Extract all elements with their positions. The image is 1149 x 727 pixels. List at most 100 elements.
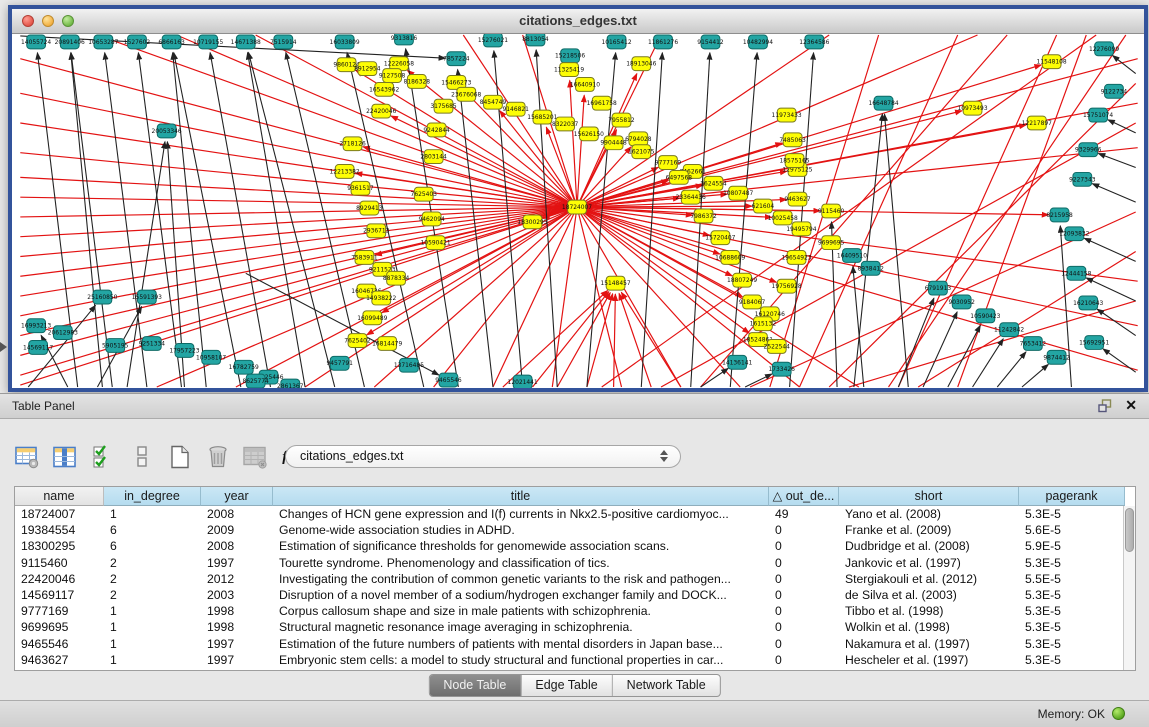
table-mode-icon[interactable] bbox=[14, 444, 41, 470]
graph-edge-black[interactable] bbox=[923, 312, 957, 387]
column-header-pagerank[interactable]: pagerank bbox=[1019, 487, 1125, 506]
graph-node[interactable]: 7583911 bbox=[351, 251, 378, 265]
graph-node[interactable]: 7955812 bbox=[608, 113, 635, 127]
graph-edge-red[interactable] bbox=[557, 293, 610, 387]
table-cell[interactable]: 1997 bbox=[201, 555, 273, 571]
table-row[interactable]: 946554611997Estimation of the future num… bbox=[15, 636, 1135, 652]
graph-node[interactable]: 10973493 bbox=[957, 101, 987, 115]
graph-node[interactable]: 7625402 bbox=[344, 334, 371, 348]
table-cell[interactable]: 14569117 bbox=[15, 587, 104, 603]
graph-node[interactable]: 9361517 bbox=[347, 181, 374, 195]
float-panel-icon[interactable] bbox=[1098, 399, 1113, 413]
graph-edge-black[interactable] bbox=[745, 374, 772, 387]
table-cell[interactable]: Stergiakouli et al. (2012) bbox=[839, 571, 1019, 587]
table-cell[interactable]: 0 bbox=[769, 603, 839, 619]
table-cell[interactable]: Yano et al. (2008) bbox=[839, 506, 1019, 522]
graph-node[interactable]: 16648784 bbox=[868, 96, 898, 110]
graph-edge-black[interactable] bbox=[105, 53, 147, 387]
tab-edge-table[interactable]: Edge Table bbox=[521, 675, 612, 696]
graph-node[interactable]: 12276099 bbox=[1089, 42, 1119, 56]
graph-node[interactable]: 9313816 bbox=[391, 34, 418, 45]
table-cell[interactable]: 9463627 bbox=[15, 652, 104, 668]
graph-node[interactable]: 15148457 bbox=[600, 276, 630, 290]
table-cell[interactable]: 5.3E-5 bbox=[1019, 636, 1125, 652]
graph-node[interactable]: 7986372 bbox=[690, 209, 717, 223]
graph-node[interactable]: 16640910 bbox=[570, 78, 600, 92]
tab-node-table[interactable]: Node Table bbox=[429, 675, 521, 696]
table-cell[interactable]: 5.5E-5 bbox=[1019, 571, 1125, 587]
table-cell[interactable]: 2009 bbox=[201, 522, 273, 538]
graph-node[interactable]: 10590423 bbox=[970, 309, 1000, 323]
table-cell[interactable]: Franke et al. (2009) bbox=[839, 522, 1019, 538]
graph-edge-red[interactable] bbox=[621, 292, 680, 387]
graph-node[interactable]: 10165412 bbox=[601, 35, 631, 49]
graph-node[interactable]: 9227343 bbox=[1069, 172, 1096, 186]
graph-edge-red[interactable] bbox=[577, 95, 584, 207]
graph-node[interactable]: 5905195 bbox=[102, 339, 129, 353]
table-cell[interactable]: Genome-wide association studies in ADHD. bbox=[273, 522, 769, 538]
table-cell[interactable]: Estimation of the future numbers of pati… bbox=[273, 636, 769, 652]
tab-network-table[interactable]: Network Table bbox=[613, 675, 720, 696]
network-canvas[interactable]: 1405572420891406106532871527602686616310… bbox=[12, 34, 1144, 388]
table-cell[interactable]: Estimation of significance thresholds fo… bbox=[273, 538, 769, 554]
close-panel-icon[interactable]: ✕ bbox=[1125, 397, 1137, 414]
table-cell[interactable]: 2012 bbox=[201, 571, 273, 587]
table-cell[interactable]: 18300295 bbox=[15, 538, 104, 554]
table-cell[interactable]: 6 bbox=[104, 538, 201, 554]
table-cell[interactable]: 9465546 bbox=[15, 636, 104, 652]
column-header-year[interactable]: year bbox=[201, 487, 273, 506]
table-cell[interactable]: Investigating the contribution of common… bbox=[273, 571, 769, 587]
table-cell[interactable]: 5.3E-5 bbox=[1019, 587, 1125, 603]
graph-node[interactable]: 8322037 bbox=[552, 117, 579, 131]
table-cell[interactable]: 2008 bbox=[201, 506, 273, 522]
table-cell[interactable]: 5.6E-5 bbox=[1019, 522, 1125, 538]
graph-node[interactable]: 9465546 bbox=[435, 373, 462, 387]
graph-node[interactable]: 9242844 bbox=[423, 123, 450, 137]
table-cell[interactable]: de Silva et al. (2003) bbox=[839, 587, 1019, 603]
row-selection-icon[interactable] bbox=[128, 444, 155, 470]
graph-node[interactable]: 9030952 bbox=[948, 295, 975, 309]
graph-node[interactable]: 8938412 bbox=[858, 261, 885, 275]
graph-edge-black[interactable] bbox=[1092, 184, 1135, 202]
graph-edge-black[interactable] bbox=[1084, 238, 1135, 261]
table-cell[interactable]: Jankovic et al. (1997) bbox=[839, 555, 1019, 571]
graph-node[interactable]: 9154412 bbox=[697, 35, 724, 49]
graph-node[interactable]: 9463627 bbox=[784, 192, 811, 206]
graph-edge-red[interactable] bbox=[20, 207, 577, 276]
graph-node[interactable]: 2522544 bbox=[764, 340, 791, 354]
graph-node[interactable]: 8215958 bbox=[1046, 208, 1073, 222]
graph-node[interactable]: 12217897 bbox=[1022, 116, 1052, 130]
graph-node[interactable]: 15276021 bbox=[478, 34, 508, 47]
vertical-scrollbar[interactable] bbox=[1123, 506, 1135, 671]
graph-node[interactable]: 1527602 bbox=[124, 35, 151, 49]
graph-node[interactable]: 9329966 bbox=[1075, 143, 1102, 157]
graph-edge-black[interactable] bbox=[1098, 154, 1135, 168]
graph-node[interactable]: 7515914 bbox=[270, 35, 297, 49]
table-cell[interactable]: 5.3E-5 bbox=[1019, 603, 1125, 619]
graph-node[interactable]: 2936713 bbox=[363, 224, 390, 238]
table-row[interactable]: 1456911722003Disruption of a novel membe… bbox=[15, 587, 1135, 603]
graph-node[interactable]: 9457791 bbox=[327, 356, 354, 370]
graph-node[interactable]: 16409510 bbox=[837, 249, 867, 263]
graph-node[interactable]: 15692951 bbox=[1079, 336, 1109, 350]
graph-node[interactable]: 6794028 bbox=[625, 132, 652, 146]
graph-edge-red[interactable] bbox=[577, 207, 799, 387]
graph-edge-red[interactable] bbox=[20, 93, 577, 207]
graph-node[interactable]: 6497568 bbox=[666, 170, 693, 184]
new-column-icon[interactable] bbox=[166, 444, 193, 470]
table-cell[interactable]: Changes of HCN gene expression and I(f) … bbox=[273, 506, 769, 522]
table-row[interactable]: 911546021997Tourette syndrome. Phenomeno… bbox=[15, 555, 1135, 571]
graph-node[interactable]: 8912954 bbox=[354, 62, 381, 76]
table-row[interactable]: 1830029562008Estimation of significance … bbox=[15, 538, 1135, 554]
table-cell[interactable]: 0 bbox=[769, 571, 839, 587]
table-cell[interactable]: 1 bbox=[104, 652, 201, 668]
graph-node[interactable]: 11242842 bbox=[994, 323, 1024, 337]
graph-node[interactable]: 9462094 bbox=[418, 212, 445, 226]
table-cell[interactable]: 0 bbox=[769, 652, 839, 668]
graph-node[interactable]: 7625403 bbox=[411, 187, 438, 201]
table-cell[interactable]: 1 bbox=[104, 636, 201, 652]
table-cell[interactable]: Wolkin et al. (1998) bbox=[839, 619, 1019, 635]
column-header-title[interactable]: title bbox=[273, 487, 769, 506]
table-cell[interactable]: 2 bbox=[104, 571, 201, 587]
graph-node[interactable]: 2718126 bbox=[339, 137, 366, 151]
